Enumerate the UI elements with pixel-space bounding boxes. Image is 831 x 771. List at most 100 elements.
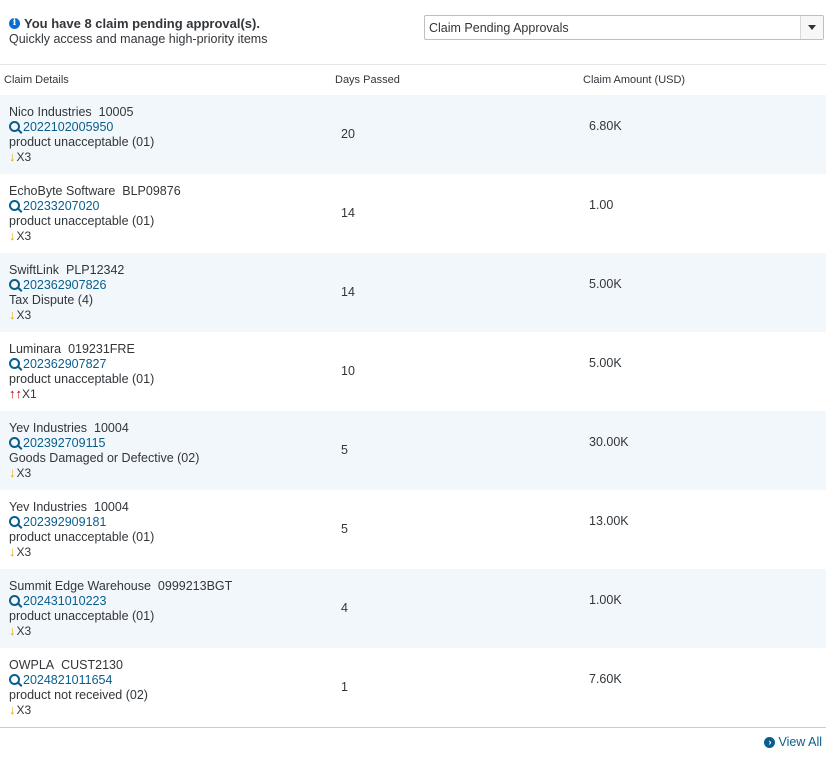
search-icon	[9, 673, 20, 685]
view-select[interactable]: Claim Pending Approvals	[424, 15, 824, 40]
table-row[interactable]: EchoByte Software BLP09876 20233207020 p…	[0, 174, 826, 253]
customer-name: Yev Industries	[9, 500, 88, 514]
days-passed: 5	[341, 522, 348, 536]
claim-number-link[interactable]: 202392709115	[9, 436, 199, 450]
claim-number: 202392709115	[23, 436, 106, 450]
view-select-value: Claim Pending Approvals	[429, 20, 569, 35]
search-icon	[9, 199, 20, 211]
claim-number: 2024821011654	[23, 673, 113, 687]
customer-line: SwiftLink PLP12342	[9, 262, 124, 278]
claim-number: 2022102005950	[23, 120, 114, 134]
arrow-down-icon: ↓	[9, 702, 16, 717]
info-icon: i	[9, 18, 20, 29]
priority-value: X3	[16, 229, 32, 243]
claim-amount: 13.00K	[589, 514, 629, 528]
approval-summary: i You have 8 claim pending approval(s). …	[9, 15, 267, 46]
arrow-down-icon: ↓	[9, 465, 16, 480]
claim-amount: 1.00K	[589, 593, 622, 607]
claim-number-link[interactable]: 202431010223	[9, 594, 232, 608]
priority-value: X3	[16, 703, 32, 717]
claim-number-link[interactable]: 2024821011654	[9, 673, 148, 687]
table-row[interactable]: Yev Industries 10004 202392709115 Goods …	[0, 411, 826, 490]
customer-code: BLP09876	[122, 184, 181, 198]
claim-details-cell: SwiftLink PLP12342 202362907826 Tax Disp…	[9, 262, 124, 322]
priority-indicator: ↓ X3	[9, 228, 181, 243]
claim-number-link[interactable]: 2022102005950	[9, 120, 154, 134]
chevron-down-icon	[808, 25, 816, 30]
table-header: Claim Details Days Passed Claim Amount (…	[0, 65, 826, 95]
claim-amount: 30.00K	[589, 435, 629, 449]
claim-number-link[interactable]: 202392909181	[9, 515, 154, 529]
days-passed: 14	[341, 206, 355, 220]
priority-indicator: ↓ X3	[9, 544, 154, 559]
claim-number: 202431010223	[23, 594, 107, 608]
customer-code: 10005	[98, 105, 134, 119]
claim-amount: 7.60K	[589, 672, 622, 686]
dropdown-arrow-button[interactable]	[800, 16, 823, 39]
priority-indicator: ↑ ↑ X1	[9, 386, 154, 401]
customer-name: Yev Industries	[9, 421, 88, 435]
search-icon	[9, 120, 20, 132]
customer-line: Summit Edge Warehouse 0999213BGT	[9, 578, 232, 594]
customer-name: Nico Industries	[9, 105, 92, 119]
view-all-link[interactable]: › View All	[764, 735, 822, 749]
priority-indicator: ↓ X3	[9, 623, 232, 638]
priority-indicator: ↓ X3	[9, 307, 124, 322]
claim-amount: 1.00	[589, 198, 614, 212]
customer-code: CUST2130	[61, 658, 123, 672]
customer-name: Summit Edge Warehouse	[9, 579, 151, 593]
claim-number-link[interactable]: 202362907827	[9, 357, 154, 371]
claim-reason: product unacceptable (01)	[9, 135, 155, 149]
column-header-claim-details[interactable]: Claim Details	[4, 74, 69, 86]
arrow-down-icon: ↓	[9, 544, 16, 559]
table-row[interactable]: Nico Industries 10005 2022102005950 prod…	[0, 95, 826, 174]
table-row[interactable]: Summit Edge Warehouse 0999213BGT 2024310…	[0, 569, 826, 648]
search-icon	[9, 436, 20, 448]
claim-details-cell: EchoByte Software BLP09876 20233207020 p…	[9, 183, 181, 243]
claim-details-cell: Yev Industries 10004 202392909181 produc…	[9, 499, 154, 559]
priority-value: X3	[16, 150, 32, 164]
priority-value: X1	[22, 387, 37, 401]
arrow-down-icon: ↓	[9, 149, 16, 164]
claim-details-cell: Yev Industries 10004 202392709115 Goods …	[9, 420, 199, 480]
priority-value: X3	[16, 545, 32, 559]
customer-line: Yev Industries 10004	[9, 420, 199, 436]
claim-reason: product unacceptable (01)	[9, 530, 155, 544]
claim-number-link[interactable]: 202362907826	[9, 278, 124, 292]
search-icon	[9, 278, 20, 290]
claim-reason: Tax Dispute (4)	[9, 293, 94, 307]
summary-subtitle: Quickly access and manage high-priority …	[9, 32, 268, 46]
chevron-right-circle-icon: ›	[764, 736, 776, 748]
customer-code: 10004	[94, 500, 129, 514]
summary-title-line: i You have 8 claim pending approval(s).	[9, 15, 267, 32]
claim-number: 20233207020	[23, 199, 100, 213]
days-passed: 10	[341, 364, 355, 378]
customer-code: 0999213BGT	[157, 579, 233, 593]
table-row[interactable]: SwiftLink PLP12342 202362907826 Tax Disp…	[0, 253, 826, 332]
table-row[interactable]: OWPLA CUST2130 2024821011654 product not…	[0, 648, 826, 727]
arrow-down-icon: ↓	[9, 228, 16, 243]
priority-indicator: ↓ X3	[9, 702, 148, 717]
customer-line: EchoByte Software BLP09876	[9, 183, 181, 199]
days-passed: 1	[341, 680, 348, 694]
claim-details-cell: Summit Edge Warehouse 0999213BGT 2024310…	[9, 578, 232, 638]
search-icon	[9, 515, 20, 527]
claim-number-link[interactable]: 20233207020	[9, 199, 181, 213]
arrow-down-icon: ↓	[9, 307, 16, 322]
customer-name: OWPLA	[9, 658, 55, 672]
column-header-claim-amount[interactable]: Claim Amount (USD)	[583, 74, 685, 86]
claim-amount: 6.80K	[589, 119, 622, 133]
arrow-down-icon: ↓	[9, 623, 16, 638]
table-row[interactable]: Luminara 019231FRE 202362907827 product …	[0, 332, 826, 411]
customer-line: Luminara 019231FRE	[9, 341, 154, 357]
claim-number: 202362907827	[23, 357, 107, 371]
customer-name: Luminara	[9, 342, 62, 356]
days-passed: 4	[341, 601, 348, 615]
column-header-days-passed[interactable]: Days Passed	[335, 74, 400, 86]
customer-line: OWPLA CUST2130	[9, 657, 148, 673]
claim-reason: product unacceptable (01)	[9, 214, 155, 228]
search-icon	[9, 357, 20, 369]
claim-amount: 5.00K	[589, 356, 622, 370]
table-row[interactable]: Yev Industries 10004 202392909181 produc…	[0, 490, 826, 569]
search-icon	[9, 594, 20, 606]
